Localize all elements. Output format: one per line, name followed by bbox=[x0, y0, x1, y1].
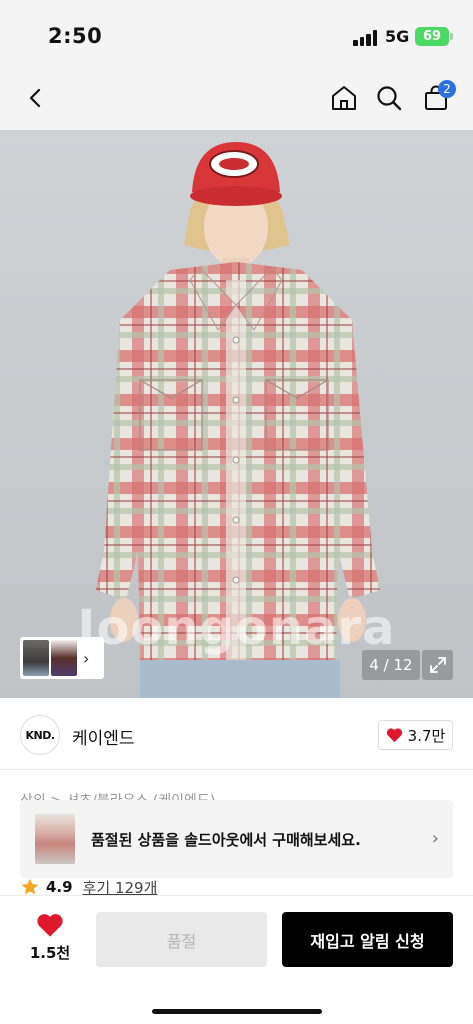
soldout-button: 품절 bbox=[96, 912, 267, 967]
brand-name[interactable]: 케이엔드 bbox=[72, 724, 135, 749]
thumbnail-strip[interactable]: › bbox=[20, 637, 104, 679]
bottom-action-bar: 1.5천 품절 재입고 알림 신청 bbox=[0, 895, 473, 1024]
brand-like-count: 3.7만 bbox=[407, 726, 446, 745]
cart-count-badge: 2 bbox=[438, 80, 456, 98]
wishlist-count: 1.5천 bbox=[29, 944, 71, 962]
chevron-right-icon: › bbox=[431, 828, 439, 849]
battery-level: 69 bbox=[422, 29, 442, 44]
chevron-left-icon bbox=[29, 88, 41, 108]
home-icon bbox=[332, 86, 356, 110]
brand-logo: KND. bbox=[20, 715, 60, 755]
expand-button[interactable] bbox=[422, 650, 453, 680]
banner-thumbnail bbox=[35, 814, 75, 864]
brand-row[interactable]: KND. 케이엔드 3.7만 bbox=[0, 700, 473, 770]
back-button[interactable] bbox=[16, 78, 56, 118]
chevron-right-icon: › bbox=[83, 648, 90, 668]
signal-icon bbox=[353, 30, 379, 46]
wishlist-button[interactable]: 1.5천 bbox=[20, 912, 80, 966]
thumbnail[interactable] bbox=[51, 640, 77, 676]
nav-bar: 2 bbox=[0, 70, 473, 130]
rating-score: 4.9 bbox=[46, 878, 73, 896]
expand-icon bbox=[429, 657, 446, 673]
network-label: 5G bbox=[385, 27, 410, 46]
status-time: 2:50 bbox=[48, 24, 103, 48]
home-indicator bbox=[152, 1009, 322, 1014]
search-icon bbox=[377, 86, 402, 111]
search-button[interactable] bbox=[369, 78, 409, 118]
home-button[interactable] bbox=[324, 78, 364, 118]
brand-like-button[interactable]: 3.7만 bbox=[378, 720, 453, 750]
image-counter: 4 / 12 bbox=[362, 650, 420, 680]
restock-alert-button[interactable]: 재입고 알림 신청 bbox=[282, 912, 453, 967]
star-icon bbox=[21, 878, 39, 895]
soldout-banner[interactable]: 품절된 상품을 솔드아웃에서 구매해보세요. › bbox=[20, 800, 453, 878]
status-bar: 2:50 5G 69 bbox=[0, 0, 473, 70]
battery-icon: 69 bbox=[415, 27, 453, 46]
thumbnail[interactable] bbox=[23, 640, 49, 676]
banner-text: 품절된 상품을 솔드아웃에서 구매해보세요. bbox=[91, 831, 361, 849]
heart-icon bbox=[386, 728, 402, 743]
product-image[interactable]: Joongonara › 4 / 12 bbox=[0, 130, 473, 698]
cart-button[interactable]: 2 bbox=[416, 78, 456, 118]
heart-icon bbox=[37, 914, 63, 937]
